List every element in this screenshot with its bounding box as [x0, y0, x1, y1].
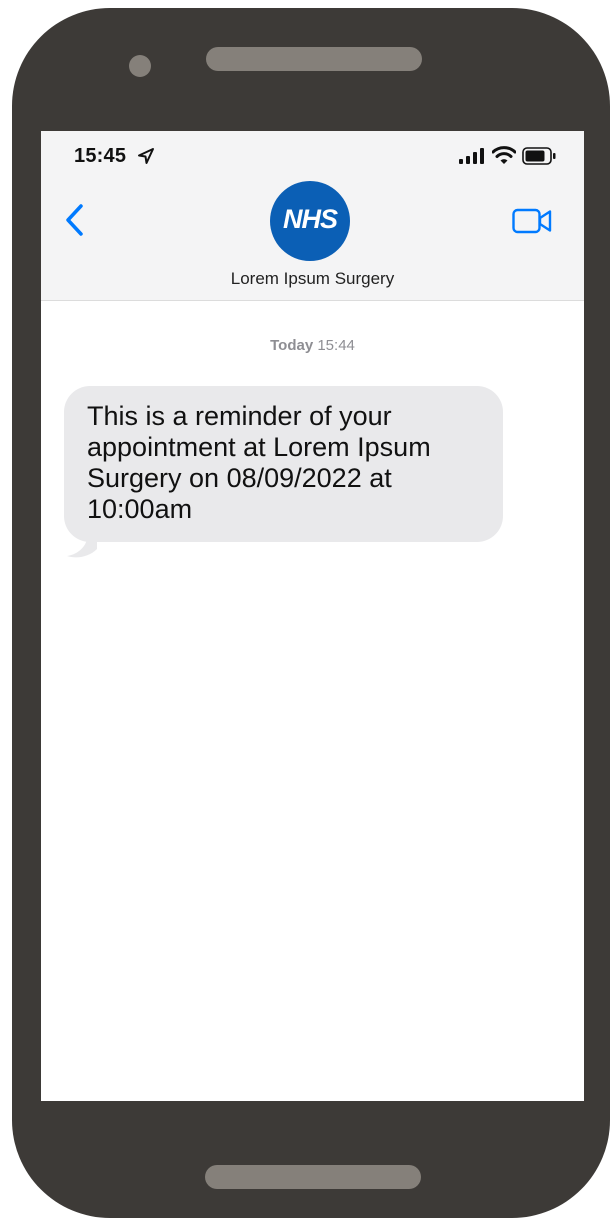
battery-icon	[522, 147, 556, 165]
timestamp-time: 15:44	[317, 337, 355, 354]
contact-avatar[interactable]: NHS	[270, 181, 350, 261]
contact-name[interactable]: Lorem Ipsum Surgery	[41, 269, 584, 289]
home-button-bar[interactable]	[205, 1165, 421, 1189]
message-timestamp: Today 15:44	[41, 337, 584, 354]
back-chevron-icon[interactable]	[63, 203, 87, 237]
video-camera-icon[interactable]	[512, 208, 552, 234]
front-camera	[129, 55, 151, 77]
phone-screen: 15:45 NHS Lorem Ipsum Surgery Today 15:4…	[41, 131, 584, 1101]
timestamp-day: Today	[270, 337, 314, 354]
wifi-icon	[492, 146, 516, 164]
status-time: 15:45	[74, 145, 127, 167]
phone-frame: 15:45 NHS Lorem Ipsum Surgery Today 15:4…	[12, 8, 610, 1218]
signal-bars-icon	[459, 148, 484, 164]
location-arrow-icon	[138, 148, 154, 164]
nhs-logo-text: NHS	[282, 204, 338, 234]
earpiece-speaker	[206, 47, 422, 71]
received-message-bubble[interactable]: This is a reminder of your appointment a…	[64, 386, 503, 542]
message-text: This is a reminder of your appointment a…	[87, 401, 431, 524]
conversation-header: NHS Lorem Ipsum Surgery	[41, 175, 584, 301]
status-bar: 15:45	[41, 131, 584, 175]
